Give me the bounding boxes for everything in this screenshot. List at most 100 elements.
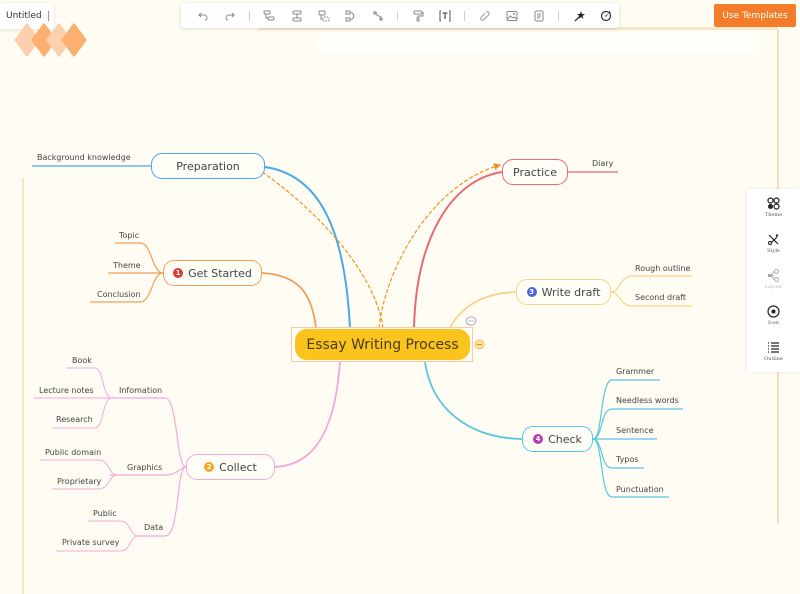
relationship-button[interactable] xyxy=(337,5,364,27)
collapse-toggle-icon[interactable] xyxy=(474,339,485,350)
add-subtopic-icon xyxy=(318,10,330,21)
image-button[interactable] xyxy=(498,5,525,27)
text-cursor xyxy=(47,11,49,21)
navigation-icon xyxy=(600,10,611,21)
topic-label: Practice xyxy=(513,165,557,179)
side-panel-style[interactable]: Style xyxy=(747,225,800,261)
side-panel-theme[interactable]: Theme xyxy=(747,189,800,225)
side-panel-outline[interactable]: Outline xyxy=(747,333,800,369)
link-icon xyxy=(479,11,490,21)
side-panel-style-label: Style xyxy=(767,247,780,254)
topic-label: Write draft xyxy=(541,285,601,299)
toolbar-divider xyxy=(249,10,250,21)
priority-3-icon: 3 xyxy=(526,287,537,297)
relationship-arrow-practice xyxy=(378,163,502,329)
side-panel-icon[interactable]: Icon xyxy=(747,297,800,333)
magic-wand-icon xyxy=(574,10,585,21)
subtopic-private-survey[interactable]: Private survey xyxy=(62,538,119,547)
add-sibling-icon xyxy=(292,10,302,21)
toolbar-divider xyxy=(397,10,399,21)
relationship-icon xyxy=(345,10,354,21)
toolbar-divider xyxy=(558,10,559,21)
subtopic-data[interactable]: Data xyxy=(144,523,163,532)
format-painter-icon xyxy=(413,10,424,21)
document-title: Untitled xyxy=(6,11,42,21)
note-icon xyxy=(534,10,544,21)
subtopic-proprietary[interactable]: Proprietary xyxy=(57,477,101,486)
priority-4-icon: 4 xyxy=(533,434,544,444)
subtopic-research[interactable]: Research xyxy=(56,415,93,424)
connector-preparation xyxy=(264,166,351,329)
connector-collect xyxy=(274,361,341,468)
add-sibling-button[interactable] xyxy=(283,5,310,27)
root-topic[interactable]: Essay Writing Process xyxy=(295,329,470,360)
add-topic-icon xyxy=(263,10,275,20)
topic-practice[interactable]: Practice xyxy=(502,159,568,185)
redo-button[interactable] xyxy=(216,5,243,27)
subtopic-lecture-notes[interactable]: Lecture notes xyxy=(39,386,94,395)
topic-label: Check xyxy=(548,432,582,446)
side-panel-theme-label: Theme xyxy=(764,211,783,218)
summary-button[interactable] xyxy=(364,5,391,27)
topic-get-started[interactable]: 1 Get Started xyxy=(163,260,262,286)
note-button[interactable] xyxy=(525,5,552,27)
layout-icon xyxy=(768,268,779,282)
topic-collect[interactable]: 2 Collect xyxy=(186,454,275,480)
subtopic-diary[interactable]: Diary xyxy=(592,159,613,168)
format-painter-button[interactable] xyxy=(404,5,431,27)
subtopic-public[interactable]: Public xyxy=(93,509,117,518)
side-panel-outline-label: Outline xyxy=(764,355,783,362)
topic-label: Preparation xyxy=(176,159,240,173)
priority-2-icon: 2 xyxy=(204,462,215,472)
subtopic-background-knowledge[interactable]: Background knowledge xyxy=(37,153,131,162)
connector-check xyxy=(424,361,523,440)
connector-public xyxy=(88,520,141,537)
side-panel-layout-label: Layout xyxy=(764,283,783,290)
add-subtopic-button[interactable] xyxy=(310,5,337,27)
subtopic-punctuation[interactable]: Punctuation xyxy=(616,485,664,494)
subtopic-graphics[interactable]: Graphics xyxy=(127,463,162,472)
subtopic-topic[interactable]: Topic xyxy=(119,231,139,240)
subtopic-rough-outline[interactable]: Rough outline xyxy=(635,264,690,273)
topic-label: Collect xyxy=(219,460,257,474)
navigation-button[interactable] xyxy=(592,5,619,27)
connector-infomation xyxy=(112,397,187,468)
icon-icon xyxy=(767,304,780,318)
subtopic-book[interactable]: Book xyxy=(72,356,92,365)
side-panel-layout[interactable]: Layout xyxy=(747,261,800,297)
topic-preparation[interactable]: Preparation xyxy=(151,153,265,179)
right-side-panel: Theme Style Layout Icon Outline xyxy=(747,189,800,372)
text-box-icon xyxy=(439,10,451,21)
subtopic-public-domain[interactable]: Public domain xyxy=(45,448,101,457)
connector-write-draft xyxy=(449,291,517,329)
main-toolbar xyxy=(181,3,619,28)
subtopic-second-draft[interactable]: Second draft xyxy=(635,293,686,302)
link-button[interactable] xyxy=(471,5,498,27)
subtopic-sentence[interactable]: Sentence xyxy=(616,426,654,435)
subtopic-needless-words[interactable]: Needless words xyxy=(616,396,679,405)
add-topic-button[interactable] xyxy=(256,5,283,27)
topic-write-draft[interactable]: 3 Write draft xyxy=(516,279,611,305)
use-templates-button[interactable]: Use Templates xyxy=(714,4,796,27)
connector-get-started xyxy=(261,272,317,329)
connector-public-domain xyxy=(40,459,119,476)
side-panel-icon-label: Icon xyxy=(767,319,779,326)
subtopic-infomation[interactable]: Infomation xyxy=(119,386,162,395)
subtopic-conclusion[interactable]: Conclusion xyxy=(97,290,141,299)
connector-practice xyxy=(413,171,503,329)
app-logo xyxy=(14,23,87,57)
magic-wand-button[interactable] xyxy=(565,5,592,27)
style-icon xyxy=(768,233,779,245)
comment-icon[interactable] xyxy=(465,316,477,327)
theme-icon xyxy=(767,196,780,210)
undo-button[interactable] xyxy=(189,5,216,27)
text-box-button[interactable] xyxy=(431,5,458,27)
subtopic-grammer[interactable]: Grammer xyxy=(616,367,654,376)
toolbar-divider xyxy=(464,10,465,21)
topic-label: Get Started xyxy=(188,266,252,280)
undo-icon xyxy=(197,12,208,20)
topic-check[interactable]: 4 Check xyxy=(522,426,593,452)
subtopic-theme[interactable]: Theme xyxy=(113,261,141,270)
subtopic-typos[interactable]: Typos xyxy=(616,455,639,464)
outline-icon xyxy=(768,341,779,353)
